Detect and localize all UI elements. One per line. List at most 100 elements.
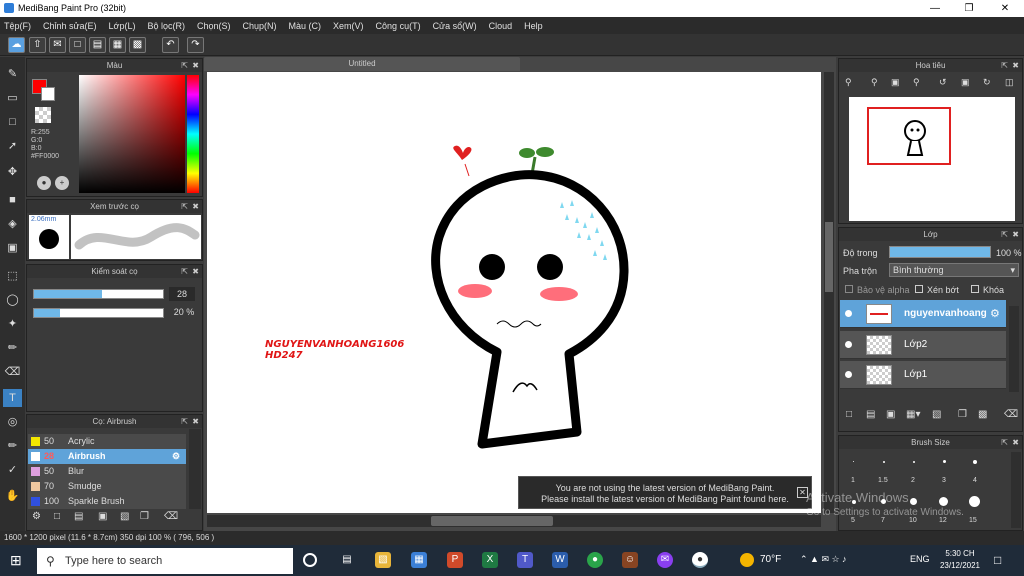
update-notice[interactable]: You are not using the latest version of … — [518, 476, 812, 509]
layer-row-lop1[interactable]: Lớp1 — [840, 361, 1006, 389]
eyedropper-icon[interactable]: ✏ — [3, 437, 22, 455]
eraser-tool-icon[interactable]: ▭ — [3, 89, 22, 107]
medibang-taskbar-icon[interactable]: ● — [692, 552, 708, 568]
menu-color[interactable]: Màu (C) — [289, 21, 322, 31]
select-rect-icon[interactable]: ⬚ — [3, 267, 22, 285]
brush-item-blur[interactable]: 50 Blur — [28, 464, 186, 479]
fit-icon[interactable]: ▣ — [891, 77, 900, 88]
rotate-left-icon[interactable]: ↺ — [939, 77, 947, 88]
secondary-color-swatch[interactable] — [41, 87, 55, 101]
popout-icon[interactable]: ⇱ — [181, 200, 188, 213]
size-dot[interactable] — [853, 461, 854, 462]
tray-icons[interactable]: ⌃ ▲ ✉ ☆ ♪ — [800, 554, 847, 565]
zoom-out-icon[interactable]: ⚲ — [845, 77, 852, 88]
gear-icon[interactable]: ⚙ — [172, 449, 180, 464]
palette-add-icon[interactable]: + — [55, 176, 69, 190]
panel-icon[interactable]: ▦ — [109, 37, 126, 53]
brush-size-scrollbar[interactable] — [1011, 452, 1021, 528]
brush-opacity-slider[interactable] — [33, 308, 164, 318]
document-icon[interactable]: ▤ — [89, 37, 106, 53]
layer-row-nguyenvanhoang[interactable]: nguyenvanhoang ⚙ — [840, 300, 1006, 328]
popout-icon[interactable]: ⇱ — [181, 415, 188, 428]
vertical-scrollbar[interactable] — [824, 72, 834, 513]
weather-temp[interactable]: 70°F — [760, 554, 781, 565]
menu-edit[interactable]: Chỉnh sửa(E) — [43, 21, 97, 31]
store-icon[interactable]: ▦ — [411, 552, 427, 568]
menu-help[interactable]: Help — [524, 21, 543, 31]
folder-icon[interactable]: ▧ — [932, 409, 941, 420]
close-icon[interactable]: ✖ — [192, 265, 199, 278]
bucket-tool-icon[interactable]: ◈ — [3, 215, 22, 233]
text-tool-icon[interactable]: T — [3, 389, 22, 407]
popout-icon[interactable]: ⇱ — [1001, 436, 1008, 449]
size-dot[interactable] — [852, 500, 856, 504]
close-icon[interactable]: ✕ — [797, 487, 808, 498]
menu-filter[interactable]: Bộ lọc(R) — [147, 21, 185, 31]
add-brush-icon[interactable]: ⚙ — [32, 511, 41, 522]
fill-rect-tool-icon[interactable]: ■ — [3, 191, 22, 209]
size-dot[interactable] — [973, 460, 977, 464]
import-brush-icon[interactable]: ▣ — [98, 511, 107, 522]
rotate-right-icon[interactable]: ↻ — [983, 77, 991, 88]
eye-icon[interactable] — [845, 310, 852, 317]
move-tool-icon[interactable]: ✥ — [3, 163, 22, 181]
grid-icon[interactable]: ▩ — [129, 37, 146, 53]
hand-tool-icon[interactable]: ✋ — [3, 487, 22, 505]
popout-icon[interactable]: ⇱ — [1001, 59, 1008, 72]
trash-icon[interactable]: ⌫ — [1004, 409, 1018, 420]
windows-start-icon[interactable]: ⊞ — [10, 553, 22, 567]
page-icon[interactable]: □ — [69, 37, 86, 53]
layer-row-lop2[interactable]: Lớp2 — [840, 331, 1006, 359]
operation-tool-icon[interactable]: ◎ — [3, 413, 22, 431]
menu-window[interactable]: Cửa sổ(W) — [433, 21, 477, 31]
app-green-icon[interactable]: ● — [587, 552, 603, 568]
excel-icon[interactable]: X — [482, 552, 498, 568]
teams-icon[interactable]: T — [517, 552, 533, 568]
lock-checkbox[interactable] — [971, 285, 979, 293]
new-layer-icon[interactable]: □ — [846, 409, 852, 420]
menu-select[interactable]: Chọn(S) — [197, 21, 231, 31]
blend-mode-select[interactable]: Bình thường ▾ — [889, 263, 1019, 277]
select-pen-icon[interactable]: ✏ — [3, 339, 22, 357]
document-tab[interactable]: Untitled — [204, 57, 520, 71]
navigator-preview[interactable] — [849, 97, 1015, 221]
share-icon[interactable]: ⇧ — [29, 37, 46, 53]
menu-snap[interactable]: Chụp(N) — [243, 21, 277, 31]
protect-alpha-checkbox[interactable] — [845, 285, 853, 293]
redo-icon[interactable]: ↷ — [187, 37, 204, 53]
folder-icon[interactable]: ▧ — [120, 511, 129, 522]
flip-icon[interactable]: ◫ — [1005, 77, 1014, 88]
gear-icon[interactable]: ⚙ — [990, 307, 1000, 320]
game-icon[interactable]: ☺ — [622, 552, 638, 568]
add-layer-menu-icon[interactable]: ▦▾ — [906, 409, 920, 420]
drawing-canvas[interactable]: NGUYENVANHOANG1606 HD247 — [207, 72, 821, 513]
menu-view[interactable]: Xem(V) — [333, 21, 364, 31]
menu-file[interactable]: Tệp(F) — [4, 21, 31, 31]
new-halftone-layer-icon[interactable]: ▤ — [866, 409, 875, 420]
rectangle-tool-icon[interactable]: □ — [3, 113, 22, 131]
powerpoint-icon[interactable]: P — [447, 552, 463, 568]
gradient-tool-icon[interactable]: ▣ — [3, 239, 22, 257]
rotate-reset-icon[interactable]: ▣ — [961, 77, 970, 88]
duplicate-layer-icon[interactable]: ❐ — [958, 409, 967, 420]
menu-tools[interactable]: Công cụ(T) — [376, 21, 421, 31]
line-tool-icon[interactable]: ➚ — [3, 137, 22, 155]
brush-tool-icon[interactable]: ✎ — [3, 65, 22, 83]
close-icon[interactable]: ✖ — [1012, 59, 1019, 72]
zoom-in-icon[interactable]: ⚲ — [871, 77, 878, 88]
menu-layer[interactable]: Lớp(L) — [109, 21, 136, 31]
transparent-swatch[interactable] — [35, 107, 51, 123]
maximize-button[interactable]: ❐ — [952, 0, 986, 17]
new-8bit-layer-icon[interactable]: ▣ — [886, 409, 895, 420]
minimize-button[interactable]: — — [918, 0, 952, 17]
brush-item-acrylic[interactable]: 50 Acrylic — [28, 434, 186, 449]
trash-icon[interactable]: ⌫ — [164, 511, 178, 522]
close-button[interactable]: ✕ — [988, 0, 1022, 17]
select-eraser-icon[interactable]: ⌫ — [3, 363, 22, 381]
undo-icon[interactable]: ↶ — [162, 37, 179, 53]
cortana-icon[interactable] — [303, 553, 317, 567]
clipping-checkbox[interactable] — [915, 285, 923, 293]
size-dot[interactable] — [883, 461, 885, 463]
menu-cloud[interactable]: Cloud — [489, 21, 513, 31]
close-icon[interactable]: ✖ — [192, 200, 199, 213]
